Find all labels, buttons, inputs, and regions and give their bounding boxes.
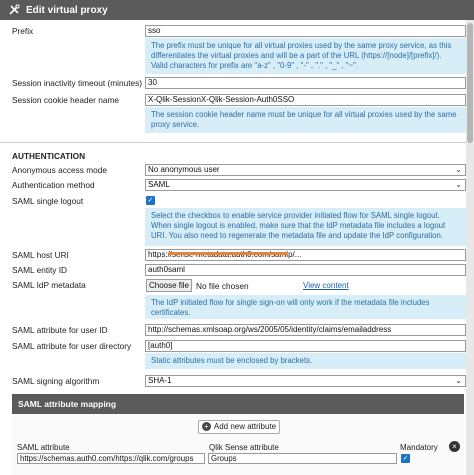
prefix-label: Prefix xyxy=(12,26,34,36)
logout-checkbox[interactable]: ✓ xyxy=(146,196,155,205)
anon-value: No anonymous user xyxy=(148,165,220,174)
userid-input[interactable]: http://schemas.xmlsoap.org/ws/2005/05/id… xyxy=(145,324,466,336)
dialog-title: Edit virtual proxy xyxy=(26,4,108,16)
tools-icon xyxy=(8,4,20,16)
chevron-down-icon: ⌄ xyxy=(455,165,462,174)
signing-value: SHA-1 xyxy=(148,376,172,385)
userdir-label: SAML attribute for user directory xyxy=(12,341,132,351)
signing-select[interactable]: SHA-1 ⌄ xyxy=(145,375,466,387)
anon-select[interactable]: No anonymous user ⌄ xyxy=(145,164,466,176)
host-input[interactable]: https://sense-metadata.auth0.com/samlp/.… xyxy=(145,249,466,261)
userid-label: SAML attribute for user ID xyxy=(12,325,108,335)
chevron-down-icon: ⌄ xyxy=(455,376,462,385)
col-saml-label: SAML attribute xyxy=(17,443,70,452)
plus-icon: + xyxy=(201,422,211,432)
row-sense-input[interactable]: Groups xyxy=(208,453,397,464)
signing-label: SAML signing algorithm xyxy=(12,376,100,386)
timeout-input[interactable]: 30 xyxy=(145,77,466,89)
redaction-mark xyxy=(168,252,288,255)
anon-label: Anonymous access mode xyxy=(12,165,108,175)
add-attribute-label: Add new attribute xyxy=(213,422,277,431)
cookie-label: Session cookie header name xyxy=(12,95,120,105)
cookie-input[interactable]: X-Qlik-SessionX-Qlik-Session-Auth0SSO xyxy=(145,94,466,106)
userdir-input[interactable]: [auth0] xyxy=(145,340,466,352)
delete-row-icon[interactable]: × xyxy=(449,441,460,452)
method-select[interactable]: SAML ⌄ xyxy=(145,179,466,191)
scrollbar-thumb[interactable] xyxy=(467,23,473,143)
timeout-label: Session inactivity timeout (minutes) xyxy=(12,78,143,88)
chevron-down-icon: ⌄ xyxy=(455,180,462,189)
method-label: Authentication method xyxy=(12,180,95,190)
prefix-input[interactable]: sso xyxy=(145,25,466,37)
metadata-label: SAML IdP metadata xyxy=(12,280,86,290)
view-content-link[interactable]: View content xyxy=(303,281,349,290)
logout-label: SAML single logout xyxy=(12,196,84,206)
scrollbar[interactable] xyxy=(466,20,474,475)
host-label: SAML host URI xyxy=(12,250,69,260)
userdir-info: Static attributes must be enclosed by br… xyxy=(145,353,466,369)
method-value: SAML xyxy=(148,180,170,189)
dialog-titlebar: Edit virtual proxy xyxy=(0,0,474,20)
mapping-header: SAML attribute mapping xyxy=(12,394,464,414)
row-saml-input[interactable]: https://schemas.auth0.com/https://qlik.c… xyxy=(17,453,205,464)
metadata-info: The IdP initiated flow for single sign-o… xyxy=(145,295,466,319)
no-file-label: No file chosen xyxy=(196,281,249,291)
choose-file-button[interactable]: Choose file xyxy=(146,279,192,292)
auth-section-title: AUTHENTICATION xyxy=(12,151,86,161)
cookie-info: The session cookie header name must be u… xyxy=(145,107,466,133)
col-mandatory-label: Mandatory xyxy=(400,443,438,452)
section-divider xyxy=(0,142,466,143)
add-attribute-button[interactable]: + Add new attribute xyxy=(198,420,280,434)
row-mandatory-checkbox[interactable]: ✓ xyxy=(401,454,410,463)
logout-info: Select the checkbox to enable service pr… xyxy=(145,208,466,246)
prefix-info: The prefix must be unique for all virtua… xyxy=(145,38,466,74)
col-sense-label: Qlik Sense attribute xyxy=(209,443,279,452)
entity-label: SAML entity ID xyxy=(12,265,68,275)
entity-input[interactable]: auth0saml xyxy=(145,264,466,276)
